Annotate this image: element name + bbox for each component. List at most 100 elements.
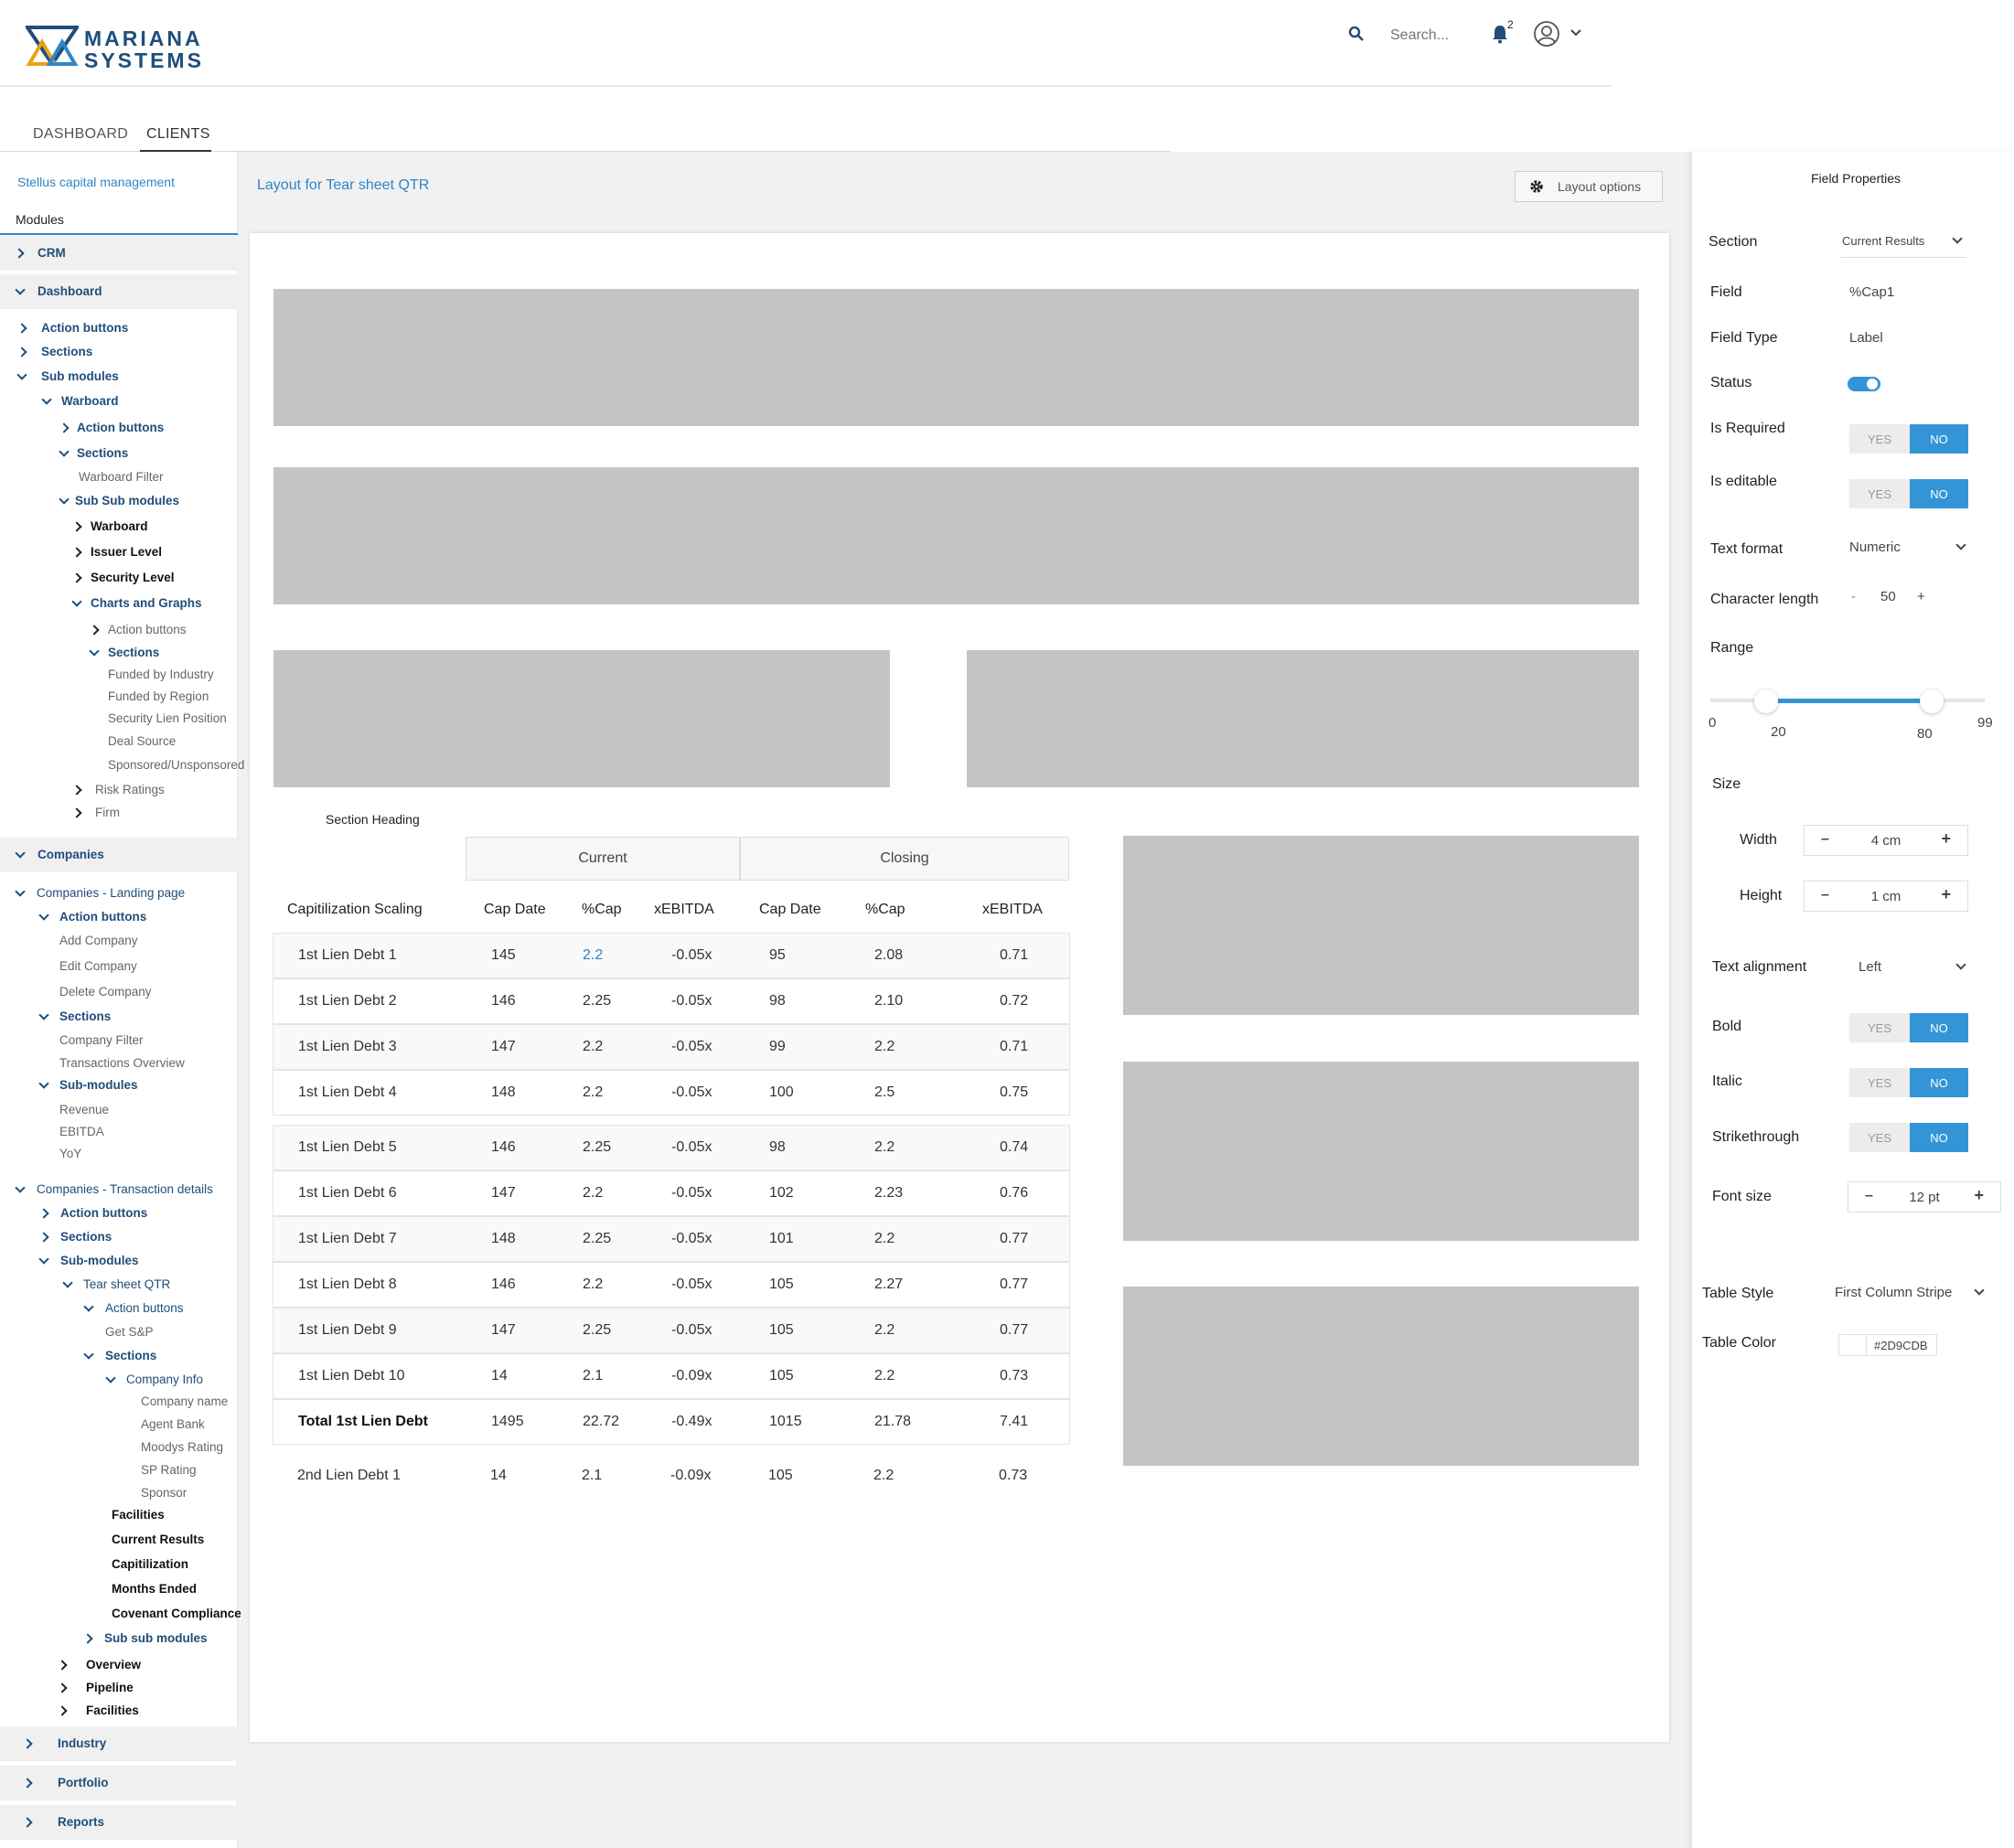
client-name-link[interactable]: Stellus capital management (17, 175, 175, 189)
table-cell[interactable]: 2.25 (583, 1231, 611, 1247)
table-cell[interactable]: 2.25 (583, 1322, 611, 1339)
tree-sub-sub-modules-2[interactable]: Sub sub modules (104, 1631, 208, 1646)
table-cell[interactable]: 146 (491, 1139, 516, 1156)
chevron-right-icon[interactable] (57, 1660, 68, 1671)
row-label-cell[interactable]: 2nd Lien Debt 1 (297, 1468, 401, 1484)
table-row[interactable]: 1st Lien Debt 5 146 2.25 -0.05x 98 2.2 0.74 (273, 1125, 1070, 1170)
table-cell[interactable]: 2.2 (583, 1185, 603, 1202)
no-option[interactable]: NO (1910, 1123, 1968, 1152)
tab-dashboard[interactable]: DASHBOARD (33, 126, 128, 143)
tree-facilities[interactable]: Facilities (112, 1508, 165, 1522)
tree-dash-sections[interactable]: Sections (41, 345, 92, 359)
chevron-down-icon[interactable] (62, 1277, 73, 1288)
table-cell[interactable]: 1495 (491, 1414, 524, 1430)
table-cell[interactable]: 2.2 (874, 1322, 895, 1339)
chevron-right-icon[interactable] (38, 1208, 49, 1219)
tree-warboard[interactable]: Warboard (61, 394, 119, 409)
table-row[interactable]: 2nd Lien Debt 1 14 2.1 -0.09x 105 2.2 0.73 (273, 1454, 1070, 1500)
chevron-down-icon[interactable] (105, 1373, 116, 1383)
search-input[interactable] (1390, 22, 1482, 49)
table-cell[interactable]: 146 (491, 1277, 516, 1293)
user-menu-chevron-down-icon[interactable] (1569, 26, 1582, 42)
chevron-right-icon[interactable] (16, 347, 27, 358)
tree-warboard-filter[interactable]: Warboard Filter (79, 470, 164, 485)
text-alignment-select[interactable]: Left (1857, 953, 1970, 982)
status-toggle[interactable] (1848, 377, 1880, 391)
placeholder-block[interactable] (967, 650, 1639, 787)
table-cell[interactable]: 147 (491, 1039, 516, 1055)
table-cell[interactable]: -0.05x (671, 1084, 712, 1101)
table-cell[interactable]: 148 (491, 1084, 516, 1101)
chevron-down-icon[interactable] (15, 886, 26, 897)
table-row[interactable]: 1st Lien Debt 6 147 2.2 -0.05x 102 2.23 0.76 (273, 1170, 1070, 1216)
tab-clients[interactable]: CLIENTS (146, 126, 210, 143)
table-cell[interactable]: 105 (769, 1277, 794, 1293)
table-cell[interactable]: 105 (769, 1368, 794, 1384)
table-cell[interactable]: -0.05x (671, 1231, 712, 1247)
tree-funded-by-region[interactable]: Funded by Region (108, 689, 209, 704)
table-cell[interactable]: 2.2 (583, 947, 603, 964)
table-cell[interactable]: 21.78 (874, 1414, 911, 1430)
tree-companies-transaction[interactable]: Companies - Transaction details (37, 1182, 213, 1197)
table-cell[interactable]: 2.1 (583, 1368, 603, 1384)
is-required-toggle[interactable]: YES NO (1849, 424, 1968, 454)
no-option[interactable]: NO (1910, 1013, 1968, 1042)
tree-add-company[interactable]: Add Company (59, 934, 138, 948)
tree-months-ended[interactable]: Months Ended (112, 1582, 197, 1597)
table-cell[interactable]: -0.05x (671, 993, 712, 1009)
chevron-right-icon[interactable] (16, 323, 27, 334)
tree-get-sp[interactable]: Get S&P (105, 1325, 154, 1340)
tree-cl-action-buttons[interactable]: Action buttons (59, 910, 146, 924)
table-cell[interactable]: 2.23 (874, 1185, 903, 1202)
tree-funded-by-industry[interactable]: Funded by Industry (108, 668, 214, 682)
tree-wb-action-buttons[interactable]: Action buttons (77, 421, 164, 435)
column-header[interactable]: Capitilization Scaling (287, 902, 423, 918)
table-row[interactable]: 1st Lien Debt 7 148 2.25 -0.05x 101 2.2 0.77 (273, 1216, 1070, 1262)
placeholder-block[interactable] (273, 467, 1639, 604)
tree-ct-action-buttons[interactable]: Action buttons (60, 1206, 147, 1221)
table-cell[interactable]: 102 (769, 1185, 794, 1202)
section-heading[interactable]: Section Heading (326, 812, 420, 827)
sidebar-item-reports[interactable]: Reports (0, 1805, 238, 1840)
notification-bell-icon[interactable] (1491, 24, 1509, 48)
placeholder-block[interactable] (1123, 836, 1639, 1015)
row-label-cell[interactable]: 1st Lien Debt 10 (298, 1368, 405, 1384)
tree-company-filter[interactable]: Company Filter (59, 1033, 144, 1048)
table-cell[interactable]: 0.75 (1000, 1084, 1028, 1101)
table-row[interactable]: 1st Lien Debt 3 147 2.2 -0.05x 99 2.2 0.71 (273, 1024, 1070, 1070)
chevron-down-icon[interactable] (15, 1182, 26, 1193)
tree-sponsored[interactable]: Sponsored/Unsponsored (108, 758, 244, 773)
table-cell[interactable]: 101 (769, 1231, 794, 1247)
chevron-right-icon[interactable] (71, 785, 82, 796)
table-color-picker[interactable]: #2D9CDB (1838, 1334, 1937, 1356)
chevron-right-icon[interactable] (57, 1682, 68, 1693)
char-length-value[interactable]: 50 (1880, 589, 1896, 604)
row-label-cell[interactable]: 1st Lien Debt 6 (298, 1185, 397, 1202)
table-row[interactable]: 1st Lien Debt 8 146 2.2 -0.05x 105 2.27 0.77 (273, 1262, 1070, 1308)
chevron-down-icon[interactable] (41, 394, 52, 405)
placeholder-block[interactable] (273, 289, 1639, 426)
user-avatar-icon[interactable] (1533, 20, 1560, 52)
column-header[interactable]: %Cap (582, 902, 622, 918)
table-cell[interactable]: 2.25 (583, 1139, 611, 1156)
table-cell[interactable]: 98 (769, 993, 786, 1009)
table-cell[interactable]: 2.2 (874, 1139, 895, 1156)
table-cell[interactable]: 98 (769, 1139, 786, 1156)
table-cell[interactable]: 7.41 (1000, 1414, 1028, 1430)
plus-icon[interactable]: + (1941, 829, 1951, 849)
table-cell[interactable]: 14 (490, 1468, 507, 1484)
chevron-down-icon[interactable] (38, 1254, 49, 1265)
tree-wb-sections[interactable]: Sections (77, 446, 128, 461)
table-cell[interactable]: -0.05x (671, 1322, 712, 1339)
tree-tear-sheet-qtr[interactable]: Tear sheet QTR (83, 1277, 170, 1292)
table-cell[interactable]: -0.05x (671, 947, 712, 964)
table-cell[interactable]: 2.2 (873, 1468, 894, 1484)
table-cell[interactable]: -0.05x (671, 1185, 712, 1202)
table-cell[interactable]: 145 (491, 947, 516, 964)
no-option[interactable]: NO (1910, 479, 1968, 508)
table-row[interactable]: 1st Lien Debt 9 147 2.25 -0.05x 105 2.2 0.77 (273, 1308, 1070, 1353)
table-cell[interactable]: 2.27 (874, 1277, 903, 1293)
table-cell[interactable]: -0.05x (671, 1039, 712, 1055)
table-cell[interactable]: 2.2 (583, 1039, 603, 1055)
tree-company-info[interactable]: Company Info (126, 1373, 203, 1387)
